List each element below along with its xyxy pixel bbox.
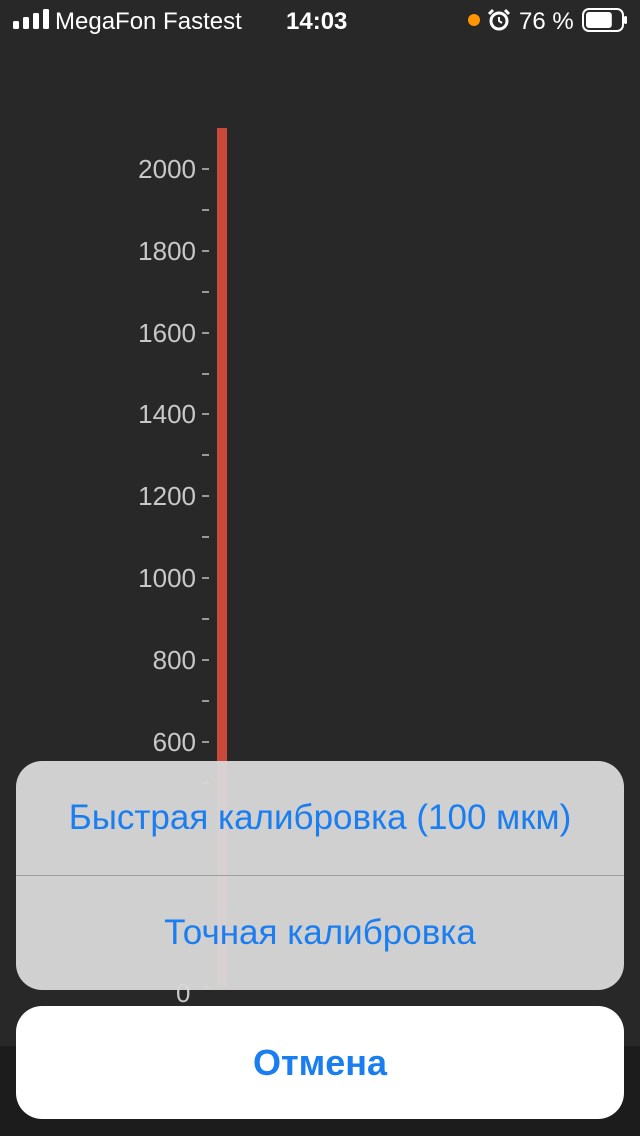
battery-icon (582, 8, 627, 32)
status-time: 14:03 (286, 8, 348, 35)
y-minor-tick-mark (202, 617, 209, 620)
y-tick-label: 1600 (138, 317, 196, 348)
y-minor-tick-mark (202, 290, 209, 293)
y-tick-label: 1000 (138, 563, 196, 593)
carrier-name: MegaFon Fastest (55, 8, 242, 35)
precise-calibration-button[interactable]: Точная калибровка (16, 876, 624, 990)
y-tick-mark (202, 168, 209, 170)
status-bar: MegaFon Fastest 14:03 76 % (0, 0, 640, 40)
y-tick-mark (202, 658, 209, 661)
y-minor-tick-mark (202, 208, 209, 211)
y-tick-mark (202, 249, 209, 252)
y-tick-label: 600 (152, 726, 196, 757)
y-tick-label: 1800 (138, 235, 196, 266)
y-tick-label: 1200 (138, 481, 196, 512)
action-sheet-options: Быстрая калибровка (100 мкм) Точная кали… (16, 761, 624, 990)
y-tick-mark (202, 413, 209, 416)
y-tick-label: 1400 (138, 399, 196, 430)
y-tick-mark (202, 331, 209, 334)
y-minor-tick-mark (202, 454, 209, 457)
y-minor-tick-mark (202, 372, 209, 375)
y-tick-label: 2000 (138, 154, 196, 184)
orange-dot-indicator (468, 14, 480, 26)
alarm-icon (487, 8, 511, 31)
signal-icon (13, 9, 49, 29)
quick-calibration-button[interactable]: Быстрая калибровка (100 мкм) (16, 761, 624, 875)
y-minor-tick-mark (202, 536, 209, 539)
y-tick-mark (202, 495, 209, 498)
y-tick-mark (202, 740, 209, 743)
screen: 0600800100012001400160018002000 MegaFon … (0, 0, 640, 1136)
cancel-button[interactable]: Отмена (16, 1006, 624, 1119)
y-tick-mark (202, 577, 209, 579)
y-minor-tick-mark (202, 699, 209, 702)
battery-percent: 76 % (519, 8, 574, 35)
y-tick-label: 800 (152, 644, 196, 675)
